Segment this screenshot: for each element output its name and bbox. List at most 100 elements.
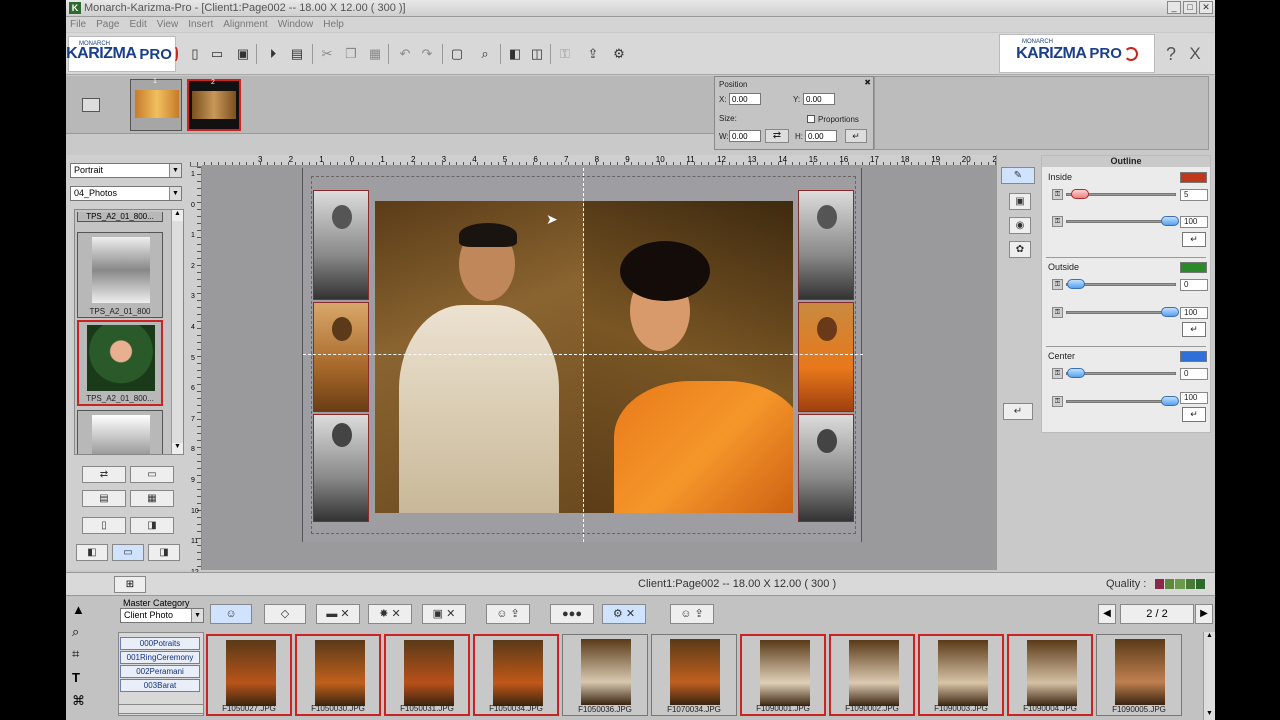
view-center-button[interactable]: ▭ (112, 544, 144, 561)
inside-opacity-value[interactable]: 100 (1180, 216, 1208, 228)
exit-button[interactable]: X (1186, 45, 1204, 63)
filmstrip-item[interactable]: F1050036.JPG (562, 634, 648, 716)
center-size-value[interactable]: 0 (1180, 368, 1208, 380)
color-tool[interactable]: ●●● (550, 604, 594, 624)
category-select[interactable]: Client Photo ▼ (120, 608, 204, 623)
orientation-select[interactable]: Portrait ▼ (70, 163, 182, 178)
center-opacity-value[interactable]: 100 (1180, 392, 1208, 404)
center-apply-button[interactable]: ↵ (1182, 407, 1206, 422)
menu-item-window[interactable]: Window (278, 19, 314, 30)
album-page[interactable] (302, 168, 863, 542)
paste-icon[interactable]: ▦ (366, 45, 384, 63)
settings-icon[interactable]: ⚙ (610, 45, 628, 63)
slider-knob[interactable] (1071, 189, 1089, 199)
close-window-button[interactable]: ✕ (1199, 1, 1213, 14)
folder-select[interactable]: 04_Photos ▼ (70, 186, 182, 201)
canvas-area[interactable]: ➤ (202, 165, 996, 570)
slider-knob[interactable] (1067, 279, 1085, 289)
x-input[interactable] (729, 93, 761, 105)
inside-size-slider[interactable] (1066, 189, 1176, 199)
arrange-button[interactable]: ◨ (130, 517, 174, 534)
menu-item-help[interactable]: Help (323, 19, 344, 30)
prev-page-button[interactable]: ◀ (1098, 604, 1116, 624)
apply-all-button[interactable]: ↵ (1003, 403, 1033, 420)
outside-size-value[interactable]: 0 (1180, 279, 1208, 291)
outside-color-swatch[interactable] (1180, 262, 1207, 273)
category-item-peramani[interactable]: 002Peramani (120, 665, 200, 678)
add-page-button[interactable]: ⊞ (114, 576, 146, 593)
list-item[interactable]: TPS_A2_01_800... (77, 320, 163, 406)
slider-knob[interactable] (1067, 368, 1085, 378)
inside-size-value[interactable]: 5 (1180, 189, 1208, 201)
center-opacity-slider[interactable] (1066, 396, 1179, 406)
film-icon[interactable]: ▤ (288, 45, 306, 63)
zoom-icon[interactable]: ⌕ (476, 45, 494, 63)
redo-icon[interactable]: ↷ (418, 45, 436, 63)
link-icon[interactable]: ⚿ (1052, 216, 1063, 227)
filmstrip-item[interactable]: F1090005.JPG (1096, 634, 1182, 716)
crop-icon[interactable]: ⌗ (72, 646, 79, 662)
undo-icon[interactable]: ↶ (396, 45, 414, 63)
category-scrollbar[interactable] (118, 704, 204, 714)
lock-icon[interactable]: ⚿ (556, 45, 574, 63)
center-size-slider[interactable] (1066, 368, 1176, 378)
export-icon[interactable]: ⇪ (584, 45, 602, 63)
menu-item-insert[interactable]: Insert (188, 19, 213, 30)
slider-knob[interactable] (1161, 216, 1179, 226)
menu-item-alignment[interactable]: Alignment (223, 19, 267, 30)
list-item[interactable]: TPS_A2_01_800 (77, 232, 163, 318)
menu-item-view[interactable]: View (157, 19, 179, 30)
apply-icon[interactable]: ↵ (845, 129, 867, 143)
zoom-photo-icon[interactable]: ⌕ (72, 624, 79, 640)
scroll-down-icon[interactable]: ▼ (172, 443, 183, 454)
category-item-potraits[interactable]: 000Potraits (120, 637, 200, 650)
filmstrip-item[interactable]: F1050027.JPG (206, 634, 292, 716)
outline-tool-button[interactable]: ✎ (1001, 167, 1035, 184)
save-icon[interactable]: ▣ (234, 45, 252, 63)
outside-opacity-value[interactable]: 100 (1180, 307, 1208, 319)
scroll-up-icon[interactable]: ▲ (1204, 632, 1215, 642)
blank-page-button[interactable]: ▯ (82, 517, 126, 534)
filmstrip-item[interactable]: F1070034.JPG (651, 634, 737, 716)
menu-item-file[interactable]: File (70, 19, 86, 30)
photo-frame-bw-3[interactable] (798, 190, 854, 300)
album-tool[interactable]: ☺ ⇪ (670, 604, 714, 624)
play-icon[interactable]: ⏵ (264, 45, 282, 63)
h-input[interactable] (805, 130, 837, 142)
inside-apply-button[interactable]: ↵ (1182, 232, 1206, 247)
image-tool[interactable]: ▣ ✕ (422, 604, 466, 624)
page-thumb-2[interactable]: 2 (187, 79, 241, 131)
outside-opacity-slider[interactable] (1066, 307, 1179, 317)
scroll-up-icon[interactable]: ▲ (172, 210, 183, 221)
copy-icon[interactable]: ❐ (342, 45, 360, 63)
filmstrip-item[interactable]: F1050031.JPG (384, 634, 470, 716)
link-icon[interactable]: ⚿ (1052, 279, 1063, 290)
y-input[interactable] (803, 93, 835, 105)
slider-knob[interactable] (1161, 396, 1179, 406)
photo-frame-bw-1[interactable] (313, 190, 369, 300)
inside-opacity-slider[interactable] (1066, 216, 1179, 226)
split-icon[interactable]: ◫ (528, 45, 546, 63)
text-icon[interactable]: T (72, 670, 80, 685)
shape-icon[interactable]: ⌘ (72, 693, 85, 709)
mask-tool-button[interactable]: ✿ (1009, 241, 1031, 258)
link-icon[interactable]: ⚿ (1052, 396, 1063, 407)
panel-close-icon[interactable]: ✖ (864, 78, 871, 87)
w-input[interactable] (729, 130, 761, 142)
proportions-checkbox[interactable] (807, 115, 815, 123)
clipart-tool[interactable]: ✸ ✕ (368, 604, 412, 624)
filmstrip-item[interactable]: F1050034.JPG (473, 634, 559, 716)
mountain-icon[interactable]: ▲ (72, 602, 85, 617)
portrait-tool[interactable]: ☺ ⇪ (486, 604, 530, 624)
center-color-swatch[interactable] (1180, 351, 1207, 362)
link-icon[interactable]: ⚿ (1052, 307, 1063, 318)
replace-photo-button[interactable]: ▭ (130, 466, 174, 483)
outside-size-slider[interactable] (1066, 279, 1176, 289)
maximize-button[interactable]: □ (1183, 1, 1197, 14)
filmstrip-item[interactable]: F1050030.JPG (295, 634, 381, 716)
main-photo-left[interactable] (375, 201, 584, 513)
photo-frame-sepia-1[interactable] (313, 302, 369, 412)
inside-color-swatch[interactable] (1180, 172, 1207, 183)
cut-icon[interactable]: ✂ (318, 45, 336, 63)
link-icon[interactable]: ⚿ (1052, 189, 1063, 200)
